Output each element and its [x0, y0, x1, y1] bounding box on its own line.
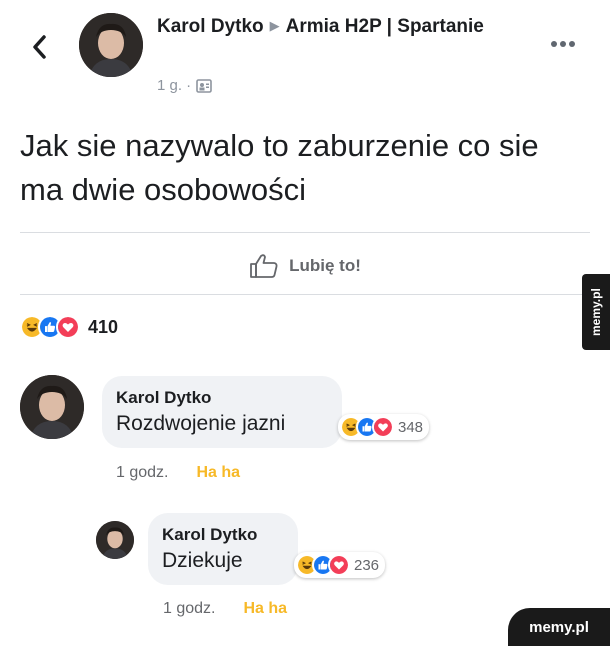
comment-text: Rozdwojenie jazni [116, 412, 286, 435]
divider [20, 232, 590, 233]
divider [20, 294, 590, 295]
comment-author[interactable]: Karol Dytko [116, 386, 326, 410]
watermark-bottom: memy.pl [508, 608, 610, 646]
post-meta: 1 g. · [157, 77, 212, 94]
reply-text: Dziekuje [162, 549, 243, 572]
love-reaction-icon [56, 315, 80, 339]
love-reaction-icon [372, 416, 394, 438]
reply-avatar[interactable] [96, 521, 134, 559]
reply-reaction-count: 236 [354, 556, 380, 574]
like-label: Lubię to! [289, 256, 361, 275]
author-name[interactable]: Karol Dytko [157, 16, 264, 37]
reaction-icons [296, 554, 350, 576]
avatar-image [20, 375, 84, 439]
like-button[interactable]: Lubię to! [0, 246, 610, 286]
reaction-icons [20, 315, 80, 339]
comment-reactions[interactable]: 348 [338, 414, 430, 440]
more-options-button[interactable] [546, 34, 580, 54]
arrow-right-icon: ▶ [269, 18, 280, 33]
love-reaction-icon [328, 554, 350, 576]
thumbs-up-icon [250, 254, 278, 278]
more-dots-icon [551, 41, 575, 47]
watermark-side: memy.pl [582, 274, 610, 350]
reply-meta: 1 godz. Ha ha [163, 600, 287, 618]
avatar-image [96, 521, 134, 559]
reply-time[interactable]: 1 godz. [163, 600, 215, 618]
post-reaction-count: 410 [88, 316, 119, 337]
comment-reaction-label[interactable]: Ha ha [196, 464, 240, 482]
reply-author[interactable]: Karol Dytko [162, 523, 282, 547]
reply-reaction-label[interactable]: Ha ha [243, 600, 287, 618]
comment-avatar[interactable] [20, 375, 84, 439]
comment-time[interactable]: 1 godz. [116, 464, 168, 482]
comment-bubble[interactable]: Karol Dytko Rozdwojenie jazni [102, 376, 342, 448]
avatar-image [79, 13, 143, 77]
reaction-icons [340, 416, 394, 438]
comment-meta: 1 godz. Ha ha [116, 464, 240, 482]
group-name[interactable]: Armia H2P | Spartanie [286, 16, 484, 37]
post-time[interactable]: 1 g. · [157, 77, 191, 94]
post-text: Jak sie nazywalo to zaburzenie co sie ma… [20, 128, 539, 207]
reply-bubble[interactable]: Karol Dytko Dziekuje [148, 513, 298, 585]
author-avatar[interactable] [79, 13, 143, 77]
comment-reaction-count: 348 [398, 418, 424, 436]
post-header: Karol Dytko ▶ Armia H2P | Spartanie [157, 12, 507, 40]
chevron-left-icon [33, 35, 46, 59]
post-reactions-summary[interactable]: 410 [20, 315, 118, 339]
reply-reactions[interactable]: 236 [294, 552, 386, 578]
back-button[interactable] [26, 30, 52, 64]
group-privacy-icon [196, 78, 212, 93]
